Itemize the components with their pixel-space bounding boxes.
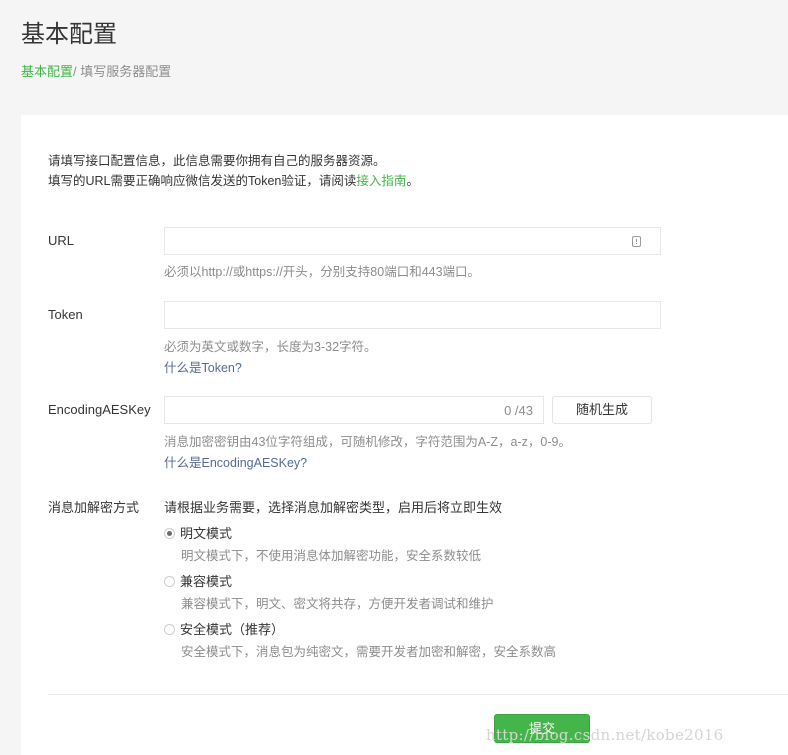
radio-checked-icon[interactable] xyxy=(164,528,175,539)
radio-unchecked-icon[interactable] xyxy=(164,624,175,635)
radio-secure-mode[interactable]: 安全模式（推荐） xyxy=(164,619,284,638)
radio-plaintext-mode[interactable]: 明文模式 xyxy=(164,523,232,542)
intro-line-2-text: 填写的URL需要正确响应微信发送的Token验证，请阅读 xyxy=(48,174,357,188)
secure-mode-desc: 安全模式下，消息包为纯密文，需要开发者加密和解密，安全系数高 xyxy=(181,645,557,659)
char-counter: 0 /43 xyxy=(504,403,533,418)
token-label: Token xyxy=(48,307,83,322)
compatible-mode-desc: 兼容模式下，明文、密文将共存，方便开发者调试和维护 xyxy=(181,597,494,611)
url-input[interactable] xyxy=(164,227,661,255)
token-input[interactable] xyxy=(164,301,661,329)
secure-mode-label: 安全模式（推荐） xyxy=(180,622,285,637)
url-label: URL xyxy=(48,233,75,248)
intro-line-1: 请填写接口配置信息，此信息需要你拥有自己的服务器资源。 xyxy=(48,154,386,168)
radio-compatible-mode[interactable]: 兼容模式 xyxy=(164,571,232,590)
what-is-aes-key-link[interactable]: 什么是EncodingAESKey? xyxy=(164,452,307,471)
plaintext-mode-label: 明文模式 xyxy=(180,526,233,541)
access-guide-link[interactable]: 接入指南 xyxy=(356,174,406,188)
aes-key-hint: 消息加密密钥由43位字符组成，可随机修改，字符范围为A-Z，a-z，0-9。 xyxy=(164,435,571,449)
token-hint: 必须为英文或数字，长度为3-32字符。 xyxy=(164,340,377,354)
what-is-token-link[interactable]: 什么是Token? xyxy=(164,357,242,376)
page-title: 基本配置 xyxy=(21,21,117,48)
intro-line-2-end: 。 xyxy=(406,174,419,188)
intro-text: 请填写接口配置信息，此信息需要你拥有自己的服务器资源。 填写的URL需要正确响应… xyxy=(48,151,419,191)
server-config-card: 请填写接口配置信息，此信息需要你拥有自己的服务器资源。 填写的URL需要正确响应… xyxy=(21,115,788,755)
encryption-mode-label: 消息加解密方式 xyxy=(48,500,140,515)
url-hint: 必须以http://或https://开头，分别支持80端口和443端口。 xyxy=(164,265,481,279)
intro-line-2: 填写的URL需要正确响应微信发送的Token验证，请阅读接入指南。 xyxy=(48,171,419,191)
watermark: http://blog.csdn.net/kobe2016 xyxy=(486,726,724,744)
breadcrumb-current: 填写服务器配置 xyxy=(80,64,172,79)
random-generate-button[interactable]: 随机生成 xyxy=(552,396,652,424)
breadcrumb-link-basic-config[interactable]: 基本配置 xyxy=(21,64,73,79)
aes-key-input[interactable]: 0 /43 xyxy=(164,396,544,424)
aes-key-label: EncodingAESKey xyxy=(48,402,151,417)
breadcrumb: 基本配置/ 填写服务器配置 xyxy=(21,61,171,80)
radio-unchecked-icon[interactable] xyxy=(164,576,175,587)
compatible-mode-label: 兼容模式 xyxy=(180,574,233,589)
encryption-mode-description: 请根据业务需要，选择消息加解密类型，启用后将立即生效 xyxy=(164,500,503,515)
plaintext-mode-desc: 明文模式下，不使用消息体加解密功能，安全系数较低 xyxy=(181,549,482,563)
divider xyxy=(48,694,788,695)
info-icon xyxy=(632,236,641,247)
